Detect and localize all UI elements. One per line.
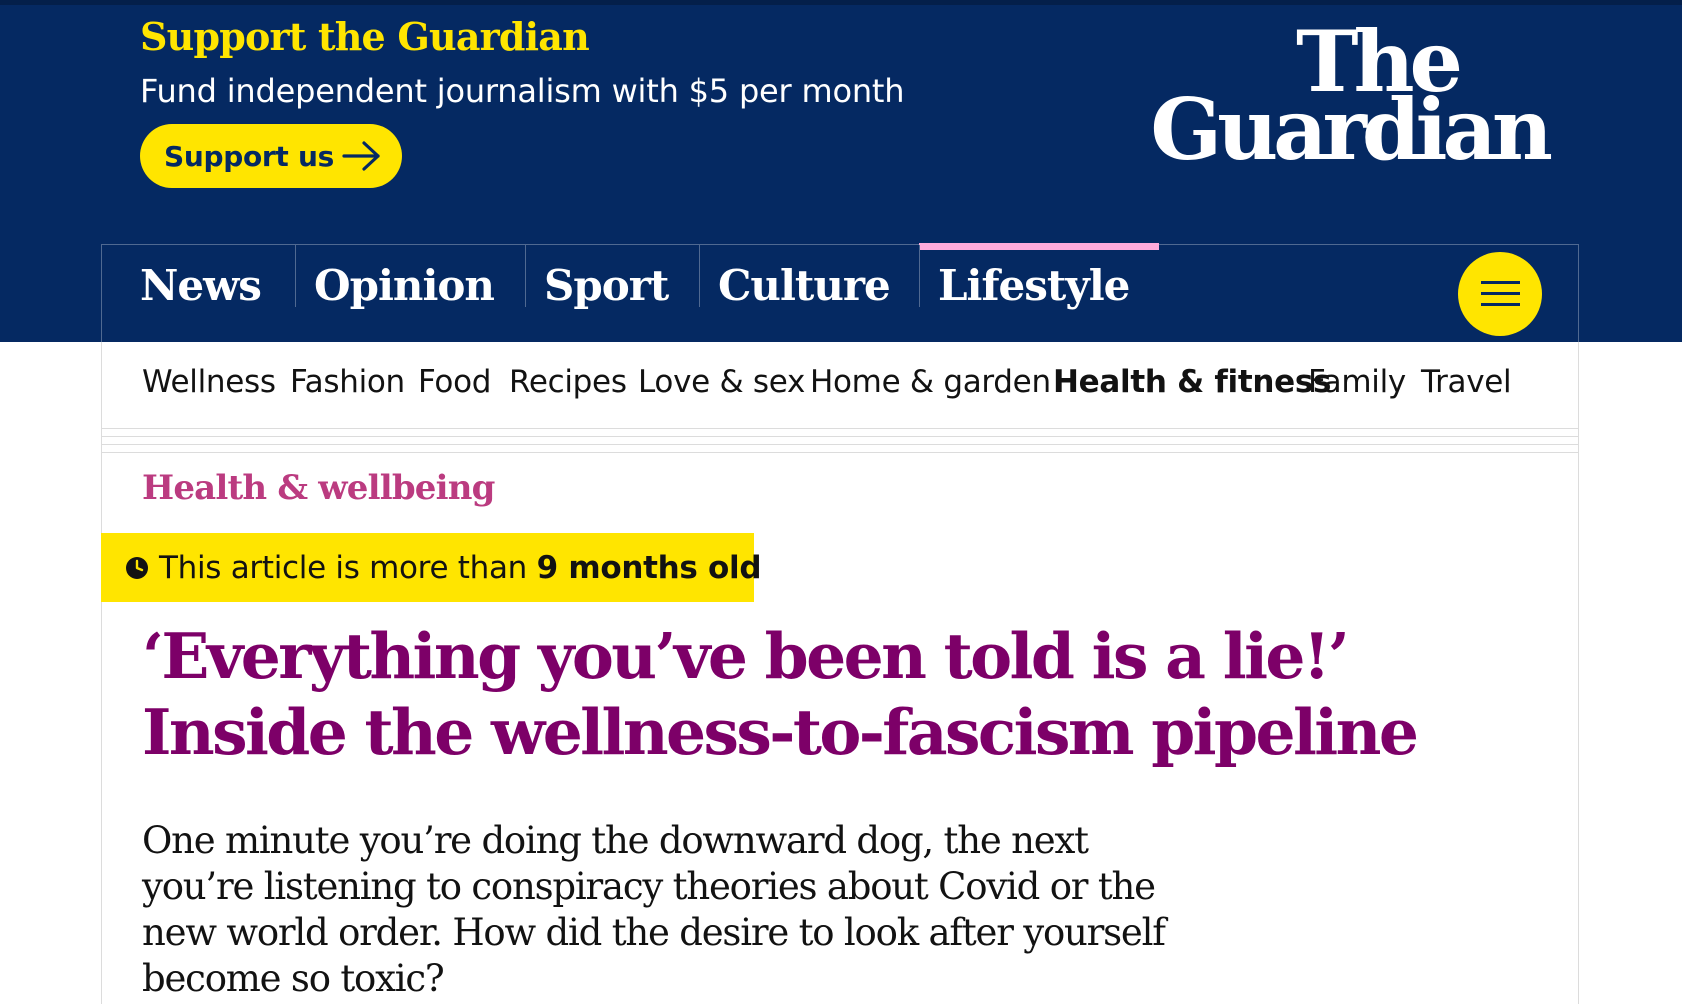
pillar-news[interactable]: News (102, 245, 295, 343)
pillar-label: Sport (544, 261, 669, 310)
pillar-label: Culture (718, 261, 891, 310)
pillar-label: News (140, 261, 262, 310)
subnav-item-fashion[interactable]: Fashion (290, 364, 405, 400)
subnav-item-love-sex[interactable]: Love & sex (638, 364, 805, 400)
age-warning-age: 9 months old (536, 549, 762, 586)
pillar-culture[interactable]: Culture (699, 245, 919, 343)
divider (101, 436, 1579, 437)
pillar-label: Lifestyle (938, 261, 1130, 310)
logo-line-2: Guardian (1150, 80, 1553, 179)
active-pillar-indicator (919, 243, 1159, 250)
subnav-item-home-garden[interactable]: Home & garden (810, 364, 1051, 400)
subnav-item-food[interactable]: Food (418, 364, 491, 400)
pillar-opinion[interactable]: Opinion (295, 245, 525, 343)
masthead: Support the Guardian Fund independent jo… (0, 0, 1682, 342)
article-standfirst: One minute you’re doing the downward dog… (142, 819, 1166, 1000)
pillar-nav: News Opinion Sport Culture Lifestyle (101, 243, 1579, 343)
subnav-item-wellness[interactable]: Wellness (142, 364, 276, 400)
divider (101, 452, 1579, 453)
masthead-top-rule (0, 0, 1682, 5)
section-label[interactable]: Health & wellbeing (142, 468, 495, 508)
age-warning-prefix: This article is more than (159, 549, 537, 586)
main-menu-button[interactable] (1458, 252, 1542, 336)
subnav-item-family[interactable]: Family (1308, 364, 1406, 400)
divider (101, 428, 1579, 429)
article-age-warning: This article is more than 9 months old (101, 533, 762, 602)
pillar-label: Opinion (314, 261, 495, 310)
subnav-item-recipes[interactable]: Recipes (509, 364, 627, 400)
article-headline: ‘Everything you’ve been told is a lie!’ … (142, 619, 1419, 769)
pillar-divider (699, 245, 700, 307)
clock-icon (126, 556, 148, 579)
subnav-item-travel[interactable]: Travel (1421, 364, 1512, 400)
age-warning-text: This article is more than 9 months old (159, 549, 762, 586)
pillar-sport[interactable]: Sport (525, 245, 699, 343)
pillar-divider (919, 245, 920, 307)
pillar-divider (295, 245, 296, 307)
arrow-right-icon (342, 141, 380, 171)
pillar-lifestyle[interactable]: Lifestyle (919, 243, 1159, 343)
support-heading: Support the Guardian (140, 14, 590, 59)
support-us-label: Support us (164, 139, 334, 173)
support-subheading: Fund independent journalism with $5 per … (140, 72, 905, 110)
guardian-logo[interactable]: The Guardian (1088, 20, 1553, 179)
support-us-button[interactable]: Support us (140, 124, 402, 188)
pillar-divider (525, 245, 526, 307)
divider (101, 444, 1579, 445)
subnav-item-health-fitness[interactable]: Health & fitness (1053, 364, 1331, 400)
